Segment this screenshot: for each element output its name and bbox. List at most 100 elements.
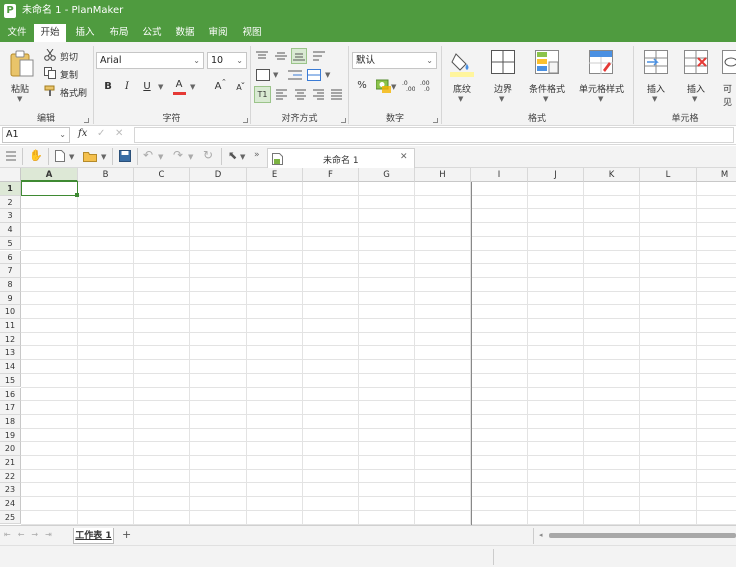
column-header-c[interactable]: C [134,168,190,182]
row-header-9[interactable]: 9 [0,291,21,306]
document-tab[interactable]: 未命名 1 ✕ [267,148,415,168]
bold-button[interactable]: B [101,80,115,94]
indent-icon[interactable] [288,69,302,81]
font-color-button[interactable]: A [172,78,186,92]
row-header-19[interactable]: 19 [0,428,21,443]
underline-dropdown-icon[interactable]: ▼ [158,83,163,91]
align-right-icon[interactable] [313,89,324,100]
formula-input[interactable] [134,127,734,143]
italic-button[interactable]: I [120,80,134,94]
checkmark-icon[interactable]: ✓ [97,128,105,139]
visibility-icon[interactable] [722,50,736,74]
align-bottom-icon[interactable] [291,48,307,64]
delete-cells-dropdown-icon[interactable]: ▼ [692,95,697,103]
delete-cells-label[interactable]: 插入 [687,82,705,95]
undo-dropdown-icon[interactable]: ▼ [158,153,163,161]
column-header-i[interactable]: I [471,168,528,182]
menu-review[interactable]: 审阅 [203,24,233,42]
paste-dropdown-icon[interactable]: ▼ [17,95,22,103]
row-header-7[interactable]: 7 [0,264,21,278]
open-dropdown-icon[interactable]: ▼ [101,153,106,161]
save-icon[interactable] [119,150,131,162]
menu-layout[interactable]: 布局 [104,24,134,42]
cell-style-icon[interactable] [589,50,613,74]
more-chevron-icon[interactable]: » [254,150,260,160]
wrap-text-icon[interactable] [313,50,325,62]
fill-handle[interactable] [75,193,79,197]
row-header-24[interactable]: 24 [0,497,21,511]
row-header-6[interactable]: 6 [0,250,21,265]
sheet-navigation-arrows-icon[interactable]: ⇤←→⇥ [4,530,59,539]
column-header-a[interactable]: A [21,168,78,182]
row-header-8[interactable]: 8 [0,277,21,292]
group-dialog-number-icon[interactable] [433,118,438,123]
merge-cells-icon[interactable] [307,69,321,81]
row-header-11[interactable]: 11 [0,319,21,333]
merge-dropdown-icon[interactable]: ▼ [325,71,330,79]
shading-icon[interactable] [450,50,474,78]
new-dropdown-icon[interactable]: ▼ [69,153,74,161]
align-left-icon[interactable] [276,89,287,100]
row-header-12[interactable]: 12 [0,332,21,347]
row-header-5[interactable]: 5 [0,236,21,251]
column-header-k[interactable]: K [584,168,640,182]
shading-dropdown-icon[interactable]: ▼ [458,95,463,103]
insert-cells-label[interactable]: 插入 [647,82,665,95]
border-label[interactable]: 边界 [494,82,512,95]
underline-button[interactable]: U [140,80,154,94]
menu-file[interactable]: 文件 [2,24,32,42]
copy-label[interactable]: 复制 [60,68,78,81]
format-painter-icon[interactable] [44,85,56,97]
row-header-1[interactable]: 1 [0,182,21,196]
menu-data[interactable]: 数据 [170,24,200,42]
group-dialog-alignment-icon[interactable] [341,118,346,123]
font-name-combo[interactable]: Arial ⌄ [96,52,204,69]
row-header-16[interactable]: 16 [0,387,21,402]
open-folder-icon[interactable] [83,151,97,162]
cell-reference-box[interactable]: A1 ⌄ [2,127,70,143]
shading-label[interactable]: 底纹 [453,82,471,95]
column-header-m[interactable]: M [697,168,736,182]
column-header-g[interactable]: G [359,168,415,182]
column-header-j[interactable]: J [528,168,584,182]
cell-style-label[interactable]: 单元格样式 [579,82,624,95]
horizontal-scrollbar-thumb[interactable] [549,533,736,538]
column-header-l[interactable]: L [640,168,697,182]
row-header-2[interactable]: 2 [0,195,21,210]
align-center-icon[interactable] [295,89,306,100]
orientation-button[interactable]: T1 [254,86,271,103]
row-header-13[interactable]: 13 [0,346,21,361]
cancel-x-icon[interactable]: ✕ [115,128,123,139]
undo-icon[interactable]: ↶ [143,148,153,162]
add-sheet-button[interactable]: + [122,528,131,541]
hand-tool-icon[interactable]: ✋ [29,149,43,162]
repeat-icon[interactable]: ↻ [203,148,213,162]
font-size-combo[interactable]: 10 ⌄ [207,52,247,69]
percent-button[interactable]: % [355,79,369,93]
delete-cells-icon[interactable] [684,50,708,74]
column-header-h[interactable]: H [415,168,471,182]
scroll-left-icon[interactable]: ◂ [539,531,543,539]
group-dialog-font-icon[interactable] [243,118,248,123]
redo-icon[interactable]: ↷ [173,148,183,162]
menu-view[interactable]: 视图 [237,24,267,42]
row-header-22[interactable]: 22 [0,469,21,484]
border-dropdown-icon[interactable]: ▼ [499,95,504,103]
format-painter-label[interactable]: 格式刷 [60,86,87,99]
new-document-icon[interactable] [55,150,65,162]
function-icon[interactable]: fx [78,128,87,139]
row-header-4[interactable]: 4 [0,223,21,237]
row-header-21[interactable]: 21 [0,456,21,470]
group-dialog-edit-icon[interactable] [84,118,89,123]
frozen-split-line[interactable] [471,182,472,525]
sheet-tab-1[interactable]: 工作表 1 [73,528,114,544]
row-header-10[interactable]: 10 [0,305,21,319]
visible-label[interactable]: 可见 [723,82,736,108]
border-style-icon[interactable] [491,50,515,74]
insert-cells-icon[interactable] [644,50,668,74]
conditional-format-label[interactable]: 条件格式 [529,82,565,95]
align-top-icon[interactable] [256,50,268,62]
row-header-3[interactable]: 3 [0,209,21,224]
active-cell[interactable] [21,181,78,196]
column-header-f[interactable]: F [303,168,359,182]
